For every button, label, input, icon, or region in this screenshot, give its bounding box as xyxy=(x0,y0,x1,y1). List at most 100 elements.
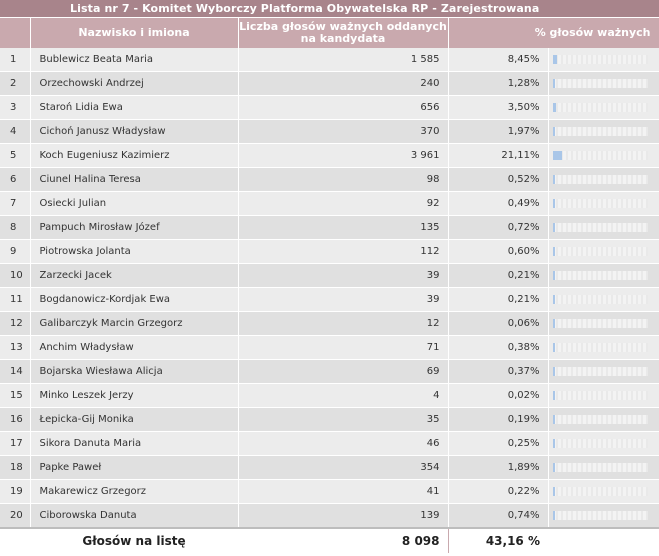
pct-bar-fill xyxy=(552,439,556,448)
table-row: 11 Bogdanowicz-Kordjak Ewa 39 0,21% xyxy=(0,287,659,312)
candidate-pct: 0,49% xyxy=(448,191,549,216)
candidate-pct: 21,11% xyxy=(448,143,549,168)
pct-bar-track xyxy=(552,175,648,184)
candidate-pct: 0,06% xyxy=(448,311,549,336)
candidate-votes: 354 xyxy=(238,455,449,480)
candidate-pct: 0,60% xyxy=(448,239,549,264)
pct-bar-cell xyxy=(548,95,659,120)
pct-bar-track xyxy=(552,271,648,280)
row-number: 6 xyxy=(0,167,31,192)
candidate-votes: 240 xyxy=(238,71,449,96)
pct-bar-cell xyxy=(548,71,659,96)
pct-bar-cell xyxy=(548,119,659,144)
candidate-votes: 12 xyxy=(238,311,449,336)
candidate-votes: 71 xyxy=(238,335,449,360)
pct-bar-cell xyxy=(548,287,659,312)
pct-bar-cell xyxy=(548,407,659,432)
summary-votes: 8 098 xyxy=(238,527,449,553)
row-number: 15 xyxy=(0,383,31,408)
candidate-votes: 4 xyxy=(238,383,449,408)
pct-bar-cell xyxy=(548,311,659,336)
pct-bar-fill xyxy=(552,175,556,184)
candidate-name: Staroń Lidia Ewa xyxy=(30,95,239,120)
table-row: 7 Osiecki Julian 92 0,49% xyxy=(0,191,659,216)
candidate-name: Bublewicz Beata Maria xyxy=(30,48,239,72)
summary-blank xyxy=(0,527,30,553)
row-number: 16 xyxy=(0,407,31,432)
pct-bar-track xyxy=(552,295,648,304)
pct-bar-fill xyxy=(552,247,556,256)
candidate-pct: 0,37% xyxy=(448,359,549,384)
table-row: 3 Staroń Lidia Ewa 656 3,50% xyxy=(0,95,659,120)
candidate-votes: 46 xyxy=(238,431,449,456)
table-row: 17 Sikora Danuta Maria 46 0,25% xyxy=(0,431,659,456)
pct-bar-track xyxy=(552,247,648,256)
table-header-row: Nazwisko i imiona Liczba głosów ważnych … xyxy=(0,17,659,48)
candidate-name: Bogdanowicz-Kordjak Ewa xyxy=(30,287,239,312)
candidate-name: Anchim Władysław xyxy=(30,335,239,360)
candidate-name: Minko Leszek Jerzy xyxy=(30,383,239,408)
pct-bar-track xyxy=(552,367,648,376)
pct-bar-track xyxy=(552,415,648,424)
pct-bar-track xyxy=(552,463,648,472)
pct-bar-cell xyxy=(548,335,659,360)
table-row: 10 Zarzecki Jacek 39 0,21% xyxy=(0,263,659,288)
results-panel: Lista nr 7 - Komitet Wyborczy Platforma … xyxy=(0,0,659,556)
candidate-name: Cichoń Janusz Władysław xyxy=(30,119,239,144)
pct-bar-track xyxy=(552,55,648,64)
pct-bar-cell xyxy=(548,191,659,216)
pct-bar-cell xyxy=(548,167,659,192)
pct-bar-fill xyxy=(552,103,556,112)
pct-bar-cell xyxy=(548,455,659,480)
candidate-pct: 0,02% xyxy=(448,383,549,408)
pct-bar-fill xyxy=(552,487,556,496)
pct-bar-fill xyxy=(552,367,556,376)
pct-bar-fill xyxy=(552,391,556,400)
pct-bar-track xyxy=(552,343,648,352)
pct-bar-track xyxy=(552,511,648,520)
pct-bar-cell xyxy=(548,383,659,408)
row-number: 8 xyxy=(0,215,31,240)
pct-bar-cell xyxy=(548,215,659,240)
candidate-pct: 0,21% xyxy=(448,287,549,312)
candidate-name: Ciunel Halina Teresa xyxy=(30,167,239,192)
row-number: 9 xyxy=(0,239,31,264)
pct-bar-track xyxy=(552,79,648,88)
candidate-votes: 656 xyxy=(238,95,449,120)
candidate-votes: 139 xyxy=(238,503,449,529)
pct-bar-fill xyxy=(552,79,556,88)
candidate-name: Osiecki Julian xyxy=(30,191,239,216)
header-name: Nazwisko i imiona xyxy=(30,17,239,48)
row-number: 14 xyxy=(0,359,31,384)
candidate-pct: 0,72% xyxy=(448,215,549,240)
row-number: 18 xyxy=(0,455,31,480)
table-row: 18 Papke Paweł 354 1,89% xyxy=(0,455,659,480)
candidate-pct: 0,74% xyxy=(448,503,549,529)
pct-bar-track xyxy=(552,439,648,448)
candidate-pct: 0,52% xyxy=(448,167,549,192)
row-number: 12 xyxy=(0,311,31,336)
pct-bar-track xyxy=(552,199,648,208)
pct-bar-cell xyxy=(548,143,659,168)
table-row: 20 Ciborowska Danuta 139 0,74% xyxy=(0,503,659,529)
candidate-pct: 0,19% xyxy=(448,407,549,432)
candidate-pct: 8,45% xyxy=(448,48,549,72)
table-row: 5 Koch Eugeniusz Kazimierz 3 961 21,11% xyxy=(0,143,659,168)
row-number: 19 xyxy=(0,479,31,504)
row-number: 7 xyxy=(0,191,31,216)
pct-bar-track xyxy=(552,151,648,160)
candidate-votes: 39 xyxy=(238,263,449,288)
table-title: Lista nr 7 - Komitet Wyborczy Platforma … xyxy=(0,0,659,18)
pct-bar-cell xyxy=(548,479,659,504)
candidate-name: Orzechowski Andrzej xyxy=(30,71,239,96)
pct-bar-cell xyxy=(548,359,659,384)
candidate-votes: 370 xyxy=(238,119,449,144)
table-row: 13 Anchim Władysław 71 0,38% xyxy=(0,335,659,360)
pct-bar-track xyxy=(552,127,648,136)
table-row: 15 Minko Leszek Jerzy 4 0,02% xyxy=(0,383,659,408)
pct-bar-track xyxy=(552,391,648,400)
table-row: 1 Bublewicz Beata Maria 1 585 8,45% xyxy=(0,48,659,72)
candidate-name: Makarewicz Grzegorz xyxy=(30,479,239,504)
candidate-pct: 1,89% xyxy=(448,455,549,480)
pct-bar-track xyxy=(552,103,648,112)
